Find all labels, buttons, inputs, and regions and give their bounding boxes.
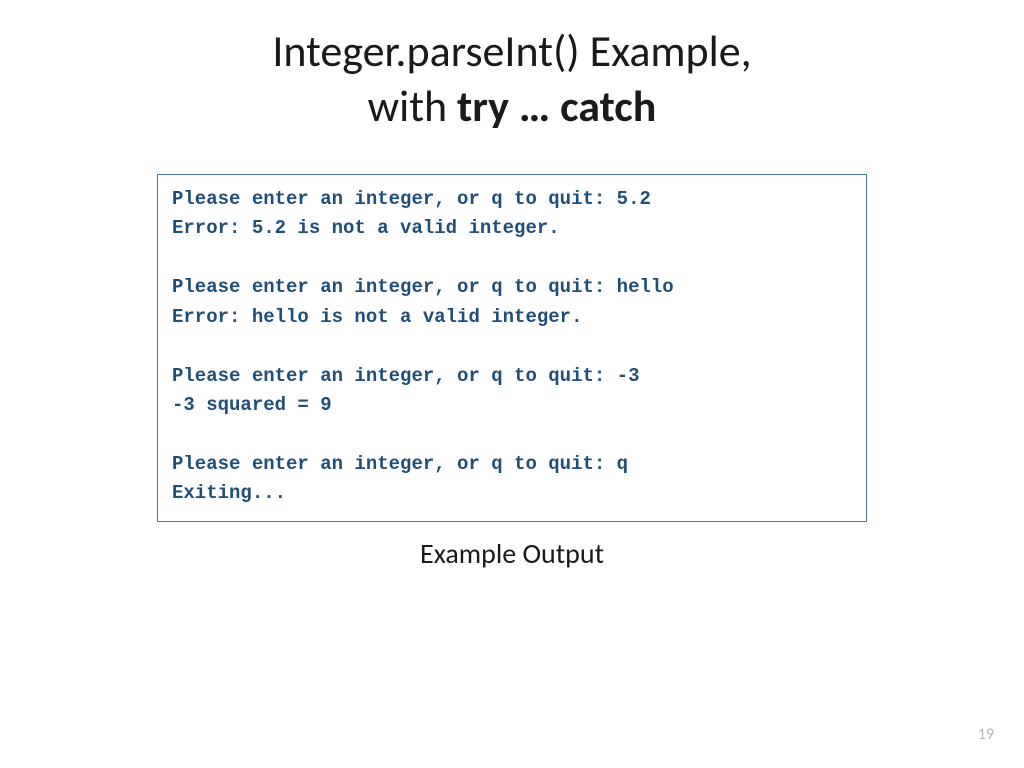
example-output-box: Please enter an integer, or q to quit: 5… <box>157 174 867 522</box>
title-line1: Integer.parseInt() Example, <box>272 24 751 78</box>
output-line-1: Error: 5.2 is not a valid integer. <box>172 217 560 239</box>
output-line-9: Please enter an integer, or q to quit: q <box>172 453 628 475</box>
output-line-7: -3 squared = 9 <box>172 394 332 416</box>
output-line-4: Error: hello is not a valid integer. <box>172 306 582 328</box>
output-line-0: Please enter an integer, or q to quit: 5… <box>172 188 651 210</box>
output-line-10: Exiting... <box>172 482 286 504</box>
title-line2-bold: try … catch <box>457 79 656 133</box>
output-line-6: Please enter an integer, or q to quit: -… <box>172 365 639 387</box>
output-line-3: Please enter an integer, or q to quit: h… <box>172 276 674 298</box>
page-number: 19 <box>978 725 994 744</box>
title-line2-prefix: with <box>368 79 457 133</box>
output-caption: Example Output <box>0 536 1024 571</box>
slide-title: Integer.parseInt() Example, with try … c… <box>0 0 1024 134</box>
